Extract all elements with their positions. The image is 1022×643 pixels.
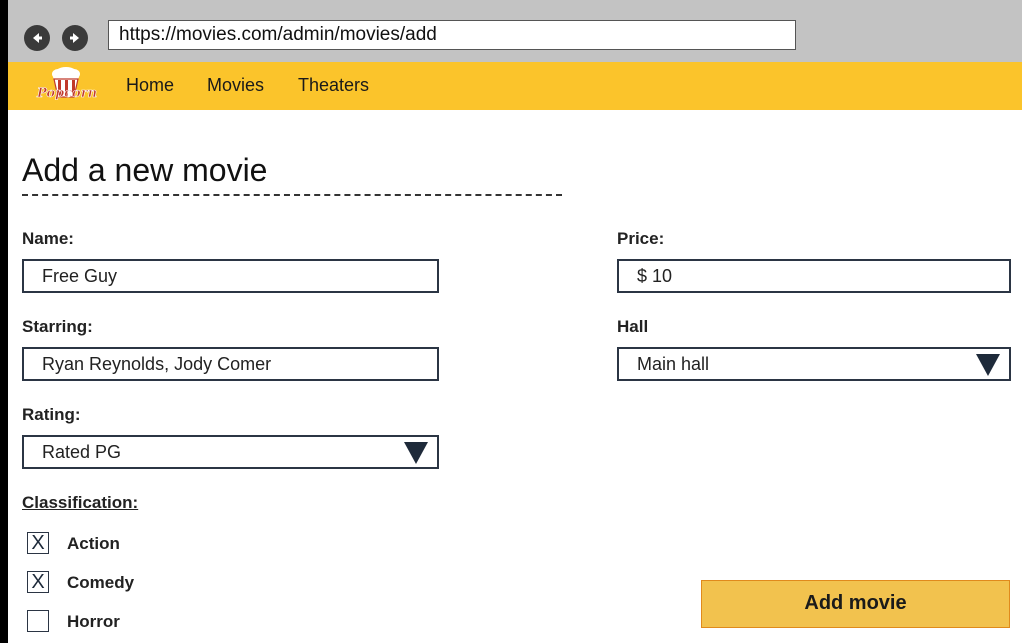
checkbox-box[interactable]: X xyxy=(27,571,49,593)
rating-select[interactable]: Rated PG xyxy=(22,435,439,469)
chevron-down-icon xyxy=(404,442,428,464)
checkbox-box[interactable]: X xyxy=(27,532,49,554)
hall-selected-value: Main hall xyxy=(637,354,710,374)
rating-label: Rating: xyxy=(22,405,81,424)
browser-window: https://movies.com/admin/movies/add Popc… xyxy=(8,0,1022,643)
rating-selected-value: Rated PG xyxy=(42,442,122,462)
site-header: Popcorn Home Movies Theaters xyxy=(8,62,1022,110)
classification-label: Classification: xyxy=(22,493,139,512)
starring-input[interactable]: Ryan Reynolds, Jody Comer xyxy=(22,347,439,381)
forward-button[interactable] xyxy=(62,25,88,51)
arrow-right-icon xyxy=(70,33,79,43)
chevron-down-icon xyxy=(976,354,1000,376)
checkbox-label: Comedy xyxy=(67,573,135,592)
browser-toolbar: https://movies.com/admin/movies/add xyxy=(8,0,1022,62)
nav-home[interactable]: Home xyxy=(126,74,174,96)
address-bar[interactable]: https://movies.com/admin/movies/add xyxy=(108,20,796,50)
arrow-left-icon xyxy=(33,33,42,43)
starring-label: Starring: xyxy=(22,317,93,336)
title-divider xyxy=(22,194,562,196)
checkbox-label: Horror xyxy=(67,612,120,631)
back-button[interactable] xyxy=(24,25,50,51)
nav-theaters[interactable]: Theaters xyxy=(298,74,369,96)
page-title: Add a new movie xyxy=(22,152,268,188)
checkbox-label: Action xyxy=(67,534,120,553)
price-label: Price: xyxy=(617,229,665,248)
name-label: Name: xyxy=(22,229,74,248)
price-input[interactable]: $ 10 xyxy=(617,259,1011,293)
hall-label: Hall xyxy=(617,317,649,336)
nav-movies[interactable]: Movies xyxy=(207,74,264,96)
name-input[interactable]: Free Guy xyxy=(22,259,439,293)
svg-text:Popcorn: Popcorn xyxy=(36,86,97,101)
add-movie-button[interactable]: Add movie xyxy=(701,580,1010,628)
popcorn-logo[interactable]: Popcorn xyxy=(36,63,100,109)
checkbox-box[interactable] xyxy=(27,610,49,632)
hall-select[interactable]: Main hall xyxy=(617,347,1011,381)
